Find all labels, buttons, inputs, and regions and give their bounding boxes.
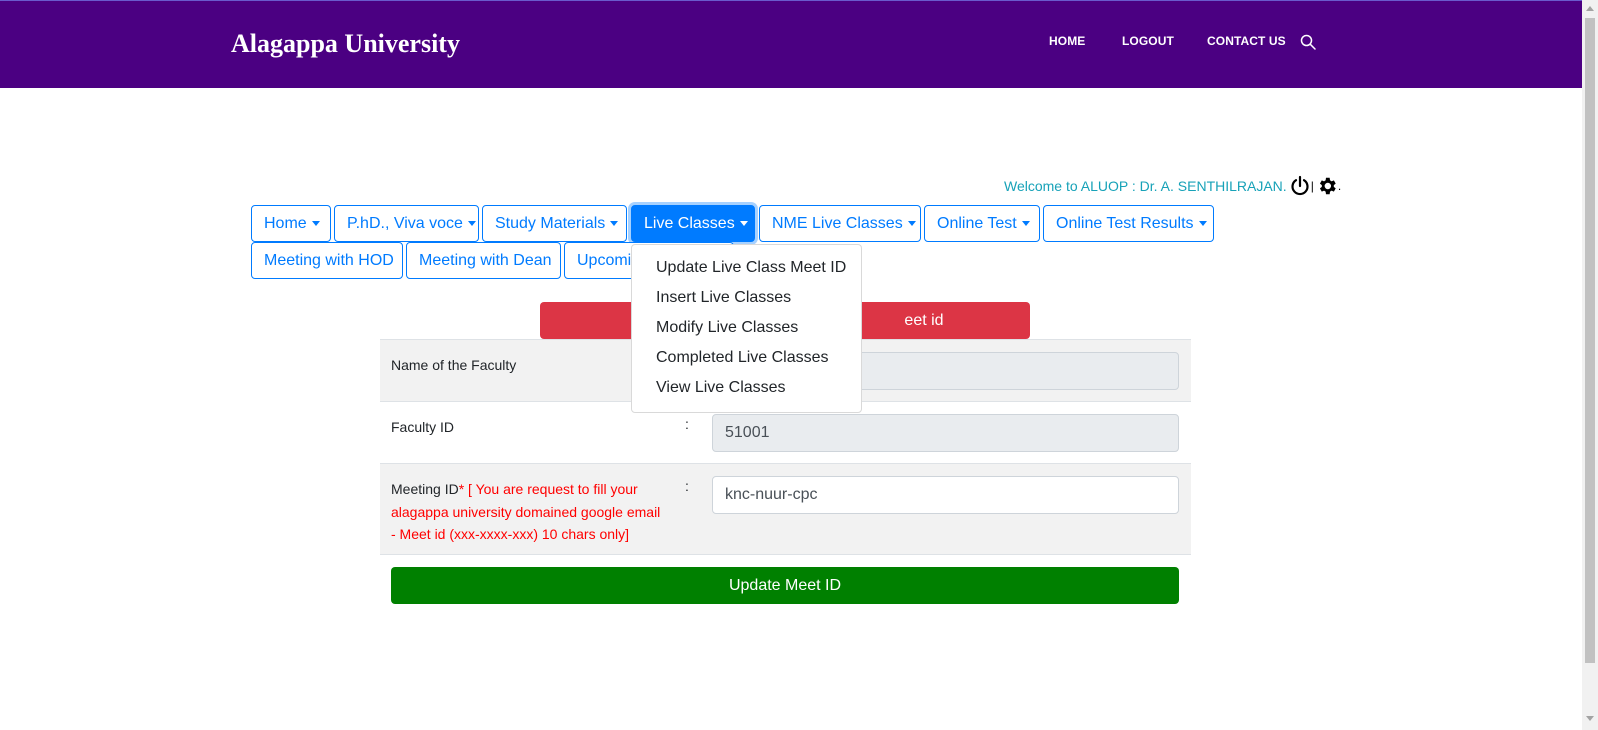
dropdown-item-view-live-classes[interactable]: View Live Classes: [632, 375, 861, 405]
menu-home-button[interactable]: Home: [251, 205, 331, 242]
faculty-id-field[interactable]: [712, 414, 1179, 452]
dropdown-item-modify-live-classes[interactable]: Modify Live Classes: [632, 315, 861, 345]
scroll-up-arrow-icon[interactable]: [1586, 6, 1594, 11]
scroll-down-arrow-icon[interactable]: [1586, 716, 1594, 721]
menu-meeting-dean-button[interactable]: Meeting with Dean: [406, 242, 561, 279]
nav-logout-link[interactable]: LOGOUT: [1122, 34, 1174, 48]
meeting-id-row: Meeting ID* [ You are request to fill yo…: [380, 463, 1191, 555]
menu-nme-live-classes-button[interactable]: NME Live Classes: [759, 205, 921, 242]
menu-phd-viva-button[interactable]: P.hD., Viva voce: [334, 205, 479, 242]
caret-down-icon: [311, 221, 320, 226]
nav-contact-link[interactable]: CONTACT US: [1207, 34, 1286, 48]
meeting-id-label: Meeting ID* [ You are request to fill yo…: [391, 481, 661, 542]
welcome-text: Welcome to ALUOP : Dr. A. SENTHILRAJAN.: [1004, 178, 1287, 194]
faculty-name-label: Name of the Faculty: [391, 357, 517, 373]
dropdown-item-completed-live-classes[interactable]: Completed Live Classes: [632, 345, 861, 375]
nav-home-link[interactable]: HOME: [1049, 34, 1085, 48]
caret-down-icon: [907, 221, 916, 226]
caret-down-icon: [1021, 221, 1030, 226]
scrollbar-thumb[interactable]: [1585, 18, 1595, 663]
live-classes-dropdown: Update Live Class Meet ID Insert Live Cl…: [631, 244, 862, 413]
dropdown-item-insert-live-classes[interactable]: Insert Live Classes: [632, 285, 861, 315]
welcome-message: Welcome to ALUOP : Dr. A. SENTHILRAJAN. …: [1004, 175, 1341, 197]
menu-live-classes-button[interactable]: Live Classes: [631, 205, 755, 242]
update-meet-id-button[interactable]: Update Meet ID: [391, 567, 1179, 604]
caret-down-icon: [467, 221, 476, 226]
site-header: Alagappa University HOME LOGOUT CONTACT …: [0, 0, 1582, 88]
search-icon[interactable]: [1300, 34, 1316, 50]
caret-down-icon: [610, 221, 619, 226]
caret-down-icon: [739, 221, 748, 226]
caret-down-icon: [1198, 221, 1207, 226]
power-icon[interactable]: [1289, 175, 1311, 197]
page-scrollbar[interactable]: [1582, 0, 1598, 730]
menu-study-materials-button[interactable]: Study Materials: [482, 205, 627, 242]
menu-meeting-hod-button[interactable]: Meeting with HOD: [251, 242, 403, 279]
menu-online-test-results-button[interactable]: Online Test Results: [1043, 205, 1214, 242]
colon-separator: :: [685, 416, 689, 432]
dropdown-item-update-meet-id[interactable]: Update Live Class Meet ID: [632, 255, 861, 285]
faculty-id-label: Faculty ID: [391, 419, 455, 435]
gear-icon[interactable]: [1316, 175, 1338, 197]
brand-logo[interactable]: Alagappa University: [231, 29, 460, 59]
colon-separator: :: [685, 478, 689, 494]
meeting-id-input[interactable]: [712, 476, 1179, 514]
menu-online-test-button[interactable]: Online Test: [924, 205, 1040, 242]
